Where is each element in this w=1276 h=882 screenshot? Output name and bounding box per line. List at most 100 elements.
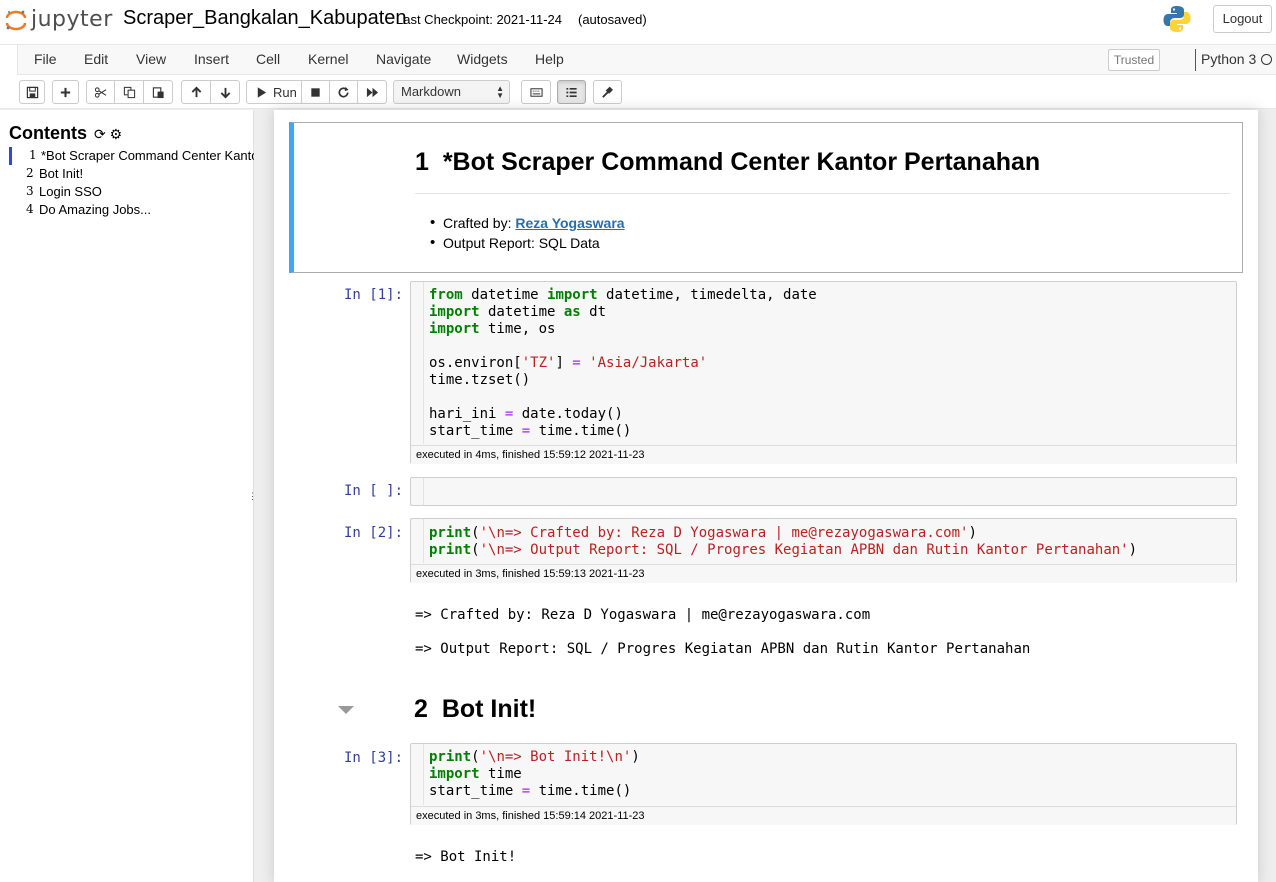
toc-item-label: *Bot Scraper Command Center Kantor Perta… (41, 148, 254, 163)
toc-item-4[interactable]: 4 Do Amazing Jobs... (0, 201, 254, 219)
restart-icon (338, 86, 349, 97)
toc-item-1[interactable]: 1 *Bot Scraper Command Center Kantor Per… (0, 147, 254, 165)
run-label: Run (273, 84, 297, 100)
menu-widgets[interactable]: Widgets (457, 51, 508, 67)
menu-cell[interactable]: Cell (256, 51, 280, 67)
bullet-crafted-by: Crafted by: Reza Yogaswara (430, 214, 625, 231)
plus-icon (60, 87, 71, 97)
code-editor[interactable]: print('\n=> Bot Init!\n') import time st… (429, 749, 640, 800)
refresh-icon[interactable]: ⟳ (94, 126, 106, 142)
execution-time: executed in 3ms, finished 15:59:14 2021-… (411, 806, 1236, 825)
kernel-name[interactable]: Python 3 (1201, 51, 1256, 67)
code-gutter (423, 478, 424, 505)
toc-toggle-button[interactable] (557, 80, 586, 104)
kernel-idle-icon (1261, 54, 1272, 65)
nbextensions-button[interactable] (593, 80, 622, 104)
toc-item-2[interactable]: 2 Bot Init! (0, 165, 254, 183)
select-arrows-icon: ▲ ▼ (496, 84, 504, 100)
paste-icon (152, 86, 164, 98)
cell-output: => Output Report: SQL / Progres Kegiatan… (415, 641, 1031, 657)
menu-file[interactable]: File (34, 51, 57, 67)
cell-prompt: In [1]: (344, 287, 404, 303)
restart-run-all-button[interactable] (357, 80, 387, 104)
kernel-separator (1195, 49, 1196, 71)
toolbar: Run Markdown ▲ ▼ (0, 76, 1276, 109)
menu-help[interactable]: Help (535, 51, 564, 67)
checkpoint-status: Last Checkpoint: 2021-11-24 (396, 12, 562, 27)
save-button[interactable] (19, 80, 45, 104)
heading-number: 2 (414, 695, 428, 723)
list-icon (566, 87, 577, 97)
collapse-heading-icon[interactable] (338, 706, 354, 714)
toc-item-label: Bot Init! (39, 166, 84, 181)
header: jupyter Scraper_Bangkalan_Kabupaten Last… (0, 0, 1276, 44)
notebook-page: 1 *Bot Scraper Command Center Kantor Per… (274, 110, 1258, 882)
toc-item-label: Do Amazing Jobs... (39, 202, 151, 217)
stop-icon (311, 87, 320, 97)
keyboard-icon (529, 87, 543, 97)
toc-item-number: 1 (29, 148, 37, 162)
menu-insert[interactable]: Insert (194, 51, 229, 67)
heading-number: 1 (415, 148, 429, 176)
toc-sidebar: Contents ⟳ ⚙ 1 *Bot Scraper Command Cent… (0, 110, 254, 882)
cell-type-select[interactable]: Markdown ▲ ▼ (393, 80, 510, 104)
toc-item-3[interactable]: 3 Login SSO (0, 183, 254, 201)
notebook-name[interactable]: Scraper_Bangkalan_Kabupaten (123, 7, 407, 30)
toc-item-number: 2 (26, 166, 34, 180)
execution-time: executed in 3ms, finished 15:59:13 2021-… (411, 564, 1236, 583)
toc-item-label: Login SSO (39, 184, 102, 199)
arrow-up-icon (191, 86, 201, 97)
heading-divider (415, 193, 1230, 194)
paste-button[interactable] (143, 80, 173, 104)
insert-cell-button[interactable] (52, 80, 79, 104)
code-gutter (423, 282, 424, 444)
bullet-prefix: Crafted by: (443, 215, 516, 231)
restart-button[interactable] (329, 80, 358, 104)
heading-text: *Bot Scraper Command Center Kantor Perta… (442, 148, 1041, 176)
trusted-indicator[interactable]: Trusted (1108, 49, 1160, 71)
gavel-icon (602, 86, 613, 98)
markdown-cell-selected[interactable]: 1 *Bot Scraper Command Center Kantor Per… (289, 122, 1243, 273)
cell-output: => Bot Init! (415, 849, 517, 865)
author-link[interactable]: Reza Yogaswara (515, 215, 624, 231)
menu-navigate[interactable]: Navigate (376, 51, 431, 67)
code-cell-empty[interactable] (410, 477, 1237, 506)
code-editor[interactable]: print('\n=> Crafted by: Reza D Yogaswara… (429, 525, 1137, 559)
run-button[interactable]: Run (246, 80, 302, 104)
toc-item-number: 3 (26, 184, 34, 198)
code-cell[interactable]: print('\n=> Bot Init!\n') import time st… (410, 743, 1237, 825)
jupyter-logo[interactable]: jupyter (3, 6, 113, 34)
menu-kernel[interactable]: Kernel (308, 51, 348, 67)
bullet-output-report: Output Report: SQL Data (430, 234, 600, 251)
code-editor[interactable]: from datetime import datetime, timedelta… (429, 287, 817, 440)
toc-item-number: 4 (26, 202, 34, 216)
heading-1: 1 *Bot Scraper Command Center Kantor Per… (415, 148, 1040, 177)
copy-button[interactable] (114, 80, 144, 104)
jupyter-logo-icon (5, 10, 27, 31)
menubar: File Edit View Insert Cell Kernel Naviga… (0, 44, 1276, 76)
move-up-button[interactable] (181, 80, 211, 104)
cell-type-value: Markdown (401, 84, 461, 99)
menu-edit[interactable]: Edit (84, 51, 108, 67)
scissors-icon (94, 86, 107, 98)
command-palette-button[interactable] (521, 80, 551, 104)
toc-controls: ⟳ ⚙ (94, 126, 122, 143)
cell-prompt: In [ ]: (344, 483, 404, 499)
code-gutter (423, 519, 424, 563)
interrupt-button[interactable] (301, 80, 330, 104)
cut-button[interactable] (86, 80, 115, 104)
move-down-button[interactable] (210, 80, 240, 104)
cell-prompt: In [2]: (344, 525, 404, 541)
logout-button[interactable]: Logout (1213, 5, 1272, 33)
code-cell[interactable]: print('\n=> Crafted by: Reza D Yogaswara… (410, 518, 1237, 583)
fast-forward-icon (366, 87, 378, 97)
notebook-container: 1 *Bot Scraper Command Center Kantor Per… (254, 110, 1276, 882)
execution-time: executed in 4ms, finished 15:59:12 2021-… (411, 445, 1236, 464)
menu-view[interactable]: View (136, 51, 166, 67)
logo-text: jupyter (31, 7, 113, 32)
autosave-status: (autosaved) (578, 12, 647, 27)
gear-icon[interactable]: ⚙ (110, 126, 123, 142)
code-cell[interactable]: from datetime import datetime, timedelta… (410, 281, 1237, 464)
copy-icon (123, 86, 135, 98)
heading-2: 2 Bot Init! (414, 695, 536, 724)
